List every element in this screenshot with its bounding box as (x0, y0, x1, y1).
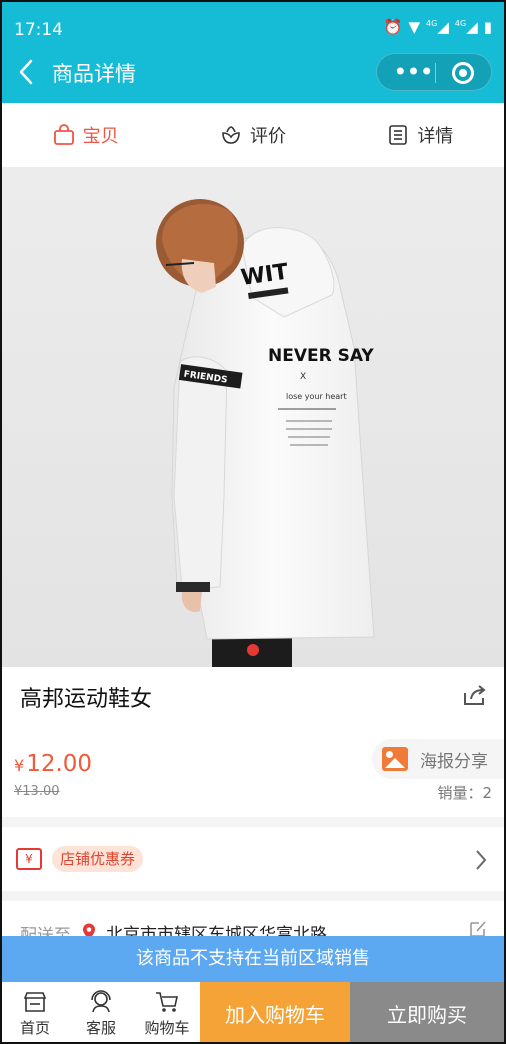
delivery-row[interactable]: 配送至 北京市市辖区东城区华富北路 (2, 901, 504, 946)
coupon-row[interactable]: ¥ 店铺优惠券 (2, 827, 504, 891)
flower-icon (222, 126, 240, 144)
price-value: 12.00 (26, 751, 93, 777)
tab-reviews[interactable]: 评价 (169, 103, 336, 167)
tab-baobei-label: 宝贝 (82, 126, 119, 147)
nav-service[interactable]: 客服 (68, 982, 134, 1042)
wifi-icon: ▼ (408, 18, 421, 36)
sales-count: 销量：2 (437, 784, 492, 802)
region-unavailable-banner: 该商品不支持在当前区域销售 (2, 936, 504, 982)
title-bar: 17:14 ⏰ ▼ 4G◢ 4G◢ ▮ 商品详情 ••• (2, 2, 504, 103)
current-price: ¥12.00 (14, 751, 92, 777)
phone-frame: 17:14 ⏰ ▼ 4G◢ 4G◢ ▮ 商品详情 ••• 宝贝 评价 详情 FR… (0, 0, 506, 1044)
battery-icon: ▮ (483, 18, 492, 36)
status-time: 17:14 (14, 20, 63, 40)
nav-home-label: 首页 (19, 1018, 50, 1037)
customer-service-icon (91, 989, 111, 1012)
status-icons: ⏰ ▼ 4G◢ 4G◢ ▮ (384, 18, 492, 36)
alarm-icon: ⏰ (383, 18, 403, 36)
cart-icon (156, 991, 178, 1012)
signal-icon-2: 4G◢ (454, 18, 478, 36)
svg-text:NEVER SAY: NEVER SAY (268, 346, 374, 366)
tab-details-label: 详情 (417, 126, 454, 147)
capsule-divider (435, 63, 436, 83)
share-icon[interactable] (462, 683, 488, 707)
product-info: 高邦运动鞋女 ¥12.00 ¥13.00 海报分享 销量：2 (2, 667, 504, 817)
page-title: 商品详情 (52, 62, 136, 86)
carousel-indicator (247, 644, 259, 656)
poster-share-label: 海报分享 (420, 751, 488, 772)
signal-icon: 4G◢ (426, 18, 449, 36)
coupon-ticket-icon: ¥ (16, 848, 42, 870)
tab-baobei[interactable]: 宝贝 (2, 103, 169, 167)
svg-text:lose your heart: lose your heart (286, 392, 347, 401)
back-arrow-icon[interactable] (18, 59, 34, 85)
currency-symbol: ¥ (14, 756, 25, 775)
product-image[interactable]: FRIENDS WIT NEVER SAY X lose your heart (2, 167, 504, 667)
bottom-action-bar: 首页 客服 购物车 加入购物车 立即购买 (2, 982, 504, 1042)
product-photo: FRIENDS WIT NEVER SAY X lose your heart (2, 167, 504, 667)
nav-home[interactable]: 首页 (2, 982, 68, 1042)
nav-service-label: 客服 (85, 1018, 116, 1037)
more-dots-icon[interactable]: ••• (393, 58, 433, 86)
nav-cart[interactable]: 购物车 (134, 982, 200, 1042)
detail-tabs: 宝贝 评价 详情 (2, 103, 504, 167)
original-price: ¥13.00 (14, 784, 60, 799)
close-target-icon[interactable] (452, 62, 474, 84)
coupon-tag: 店铺优惠券 (52, 846, 144, 872)
product-title: 高邦运动鞋女 (20, 687, 153, 712)
bag-icon (53, 124, 74, 145)
nav-cart-label: 购物车 (144, 1018, 190, 1037)
add-to-cart-button[interactable]: 加入购物车 (200, 982, 350, 1042)
image-icon (382, 747, 408, 771)
tab-reviews-label: 评价 (249, 126, 286, 147)
store-icon (23, 991, 47, 1012)
buy-now-button[interactable]: 立即购买 (350, 982, 504, 1042)
tab-details[interactable]: 详情 (337, 103, 504, 167)
poster-share-button[interactable]: 海报分享 (372, 739, 504, 779)
miniprogram-capsule: ••• (376, 53, 492, 91)
chevron-right-icon (476, 850, 487, 870)
document-icon (389, 125, 408, 145)
svg-text:X: X (300, 372, 306, 382)
